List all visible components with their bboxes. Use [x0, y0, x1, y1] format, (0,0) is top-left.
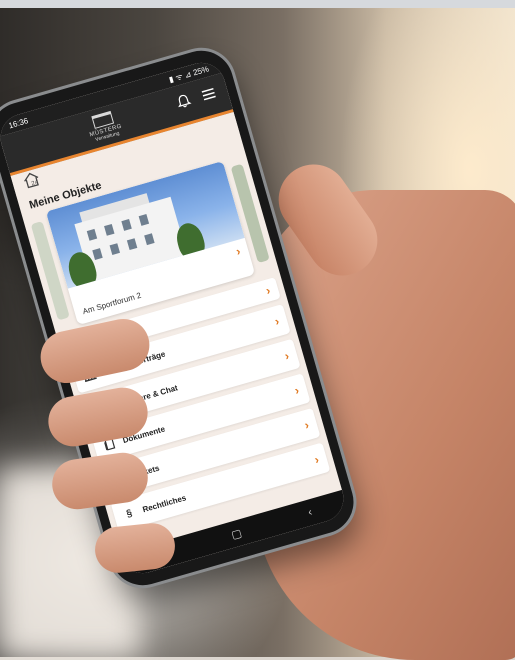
- hamburger-menu-icon[interactable]: [200, 86, 218, 107]
- paragraph-icon: §: [125, 507, 134, 520]
- home-button[interactable]: ▢: [230, 526, 243, 541]
- app-logo: MÜSTERG Verwaltung: [85, 109, 125, 144]
- smartphone: 16:36 ▮ ᯤ ⊿ 25% MÜSTERG Verwaltung 24 Me…: [0, 43, 362, 593]
- chevron-right-icon[interactable]: ›: [234, 244, 242, 259]
- bell-icon[interactable]: [175, 92, 194, 114]
- phone-screen: 16:36 ▮ ᯤ ⊿ 25% MÜSTERG Verwaltung 24 Me…: [0, 57, 350, 579]
- back-button[interactable]: ‹: [307, 506, 314, 519]
- chevron-right-icon: ›: [264, 283, 272, 298]
